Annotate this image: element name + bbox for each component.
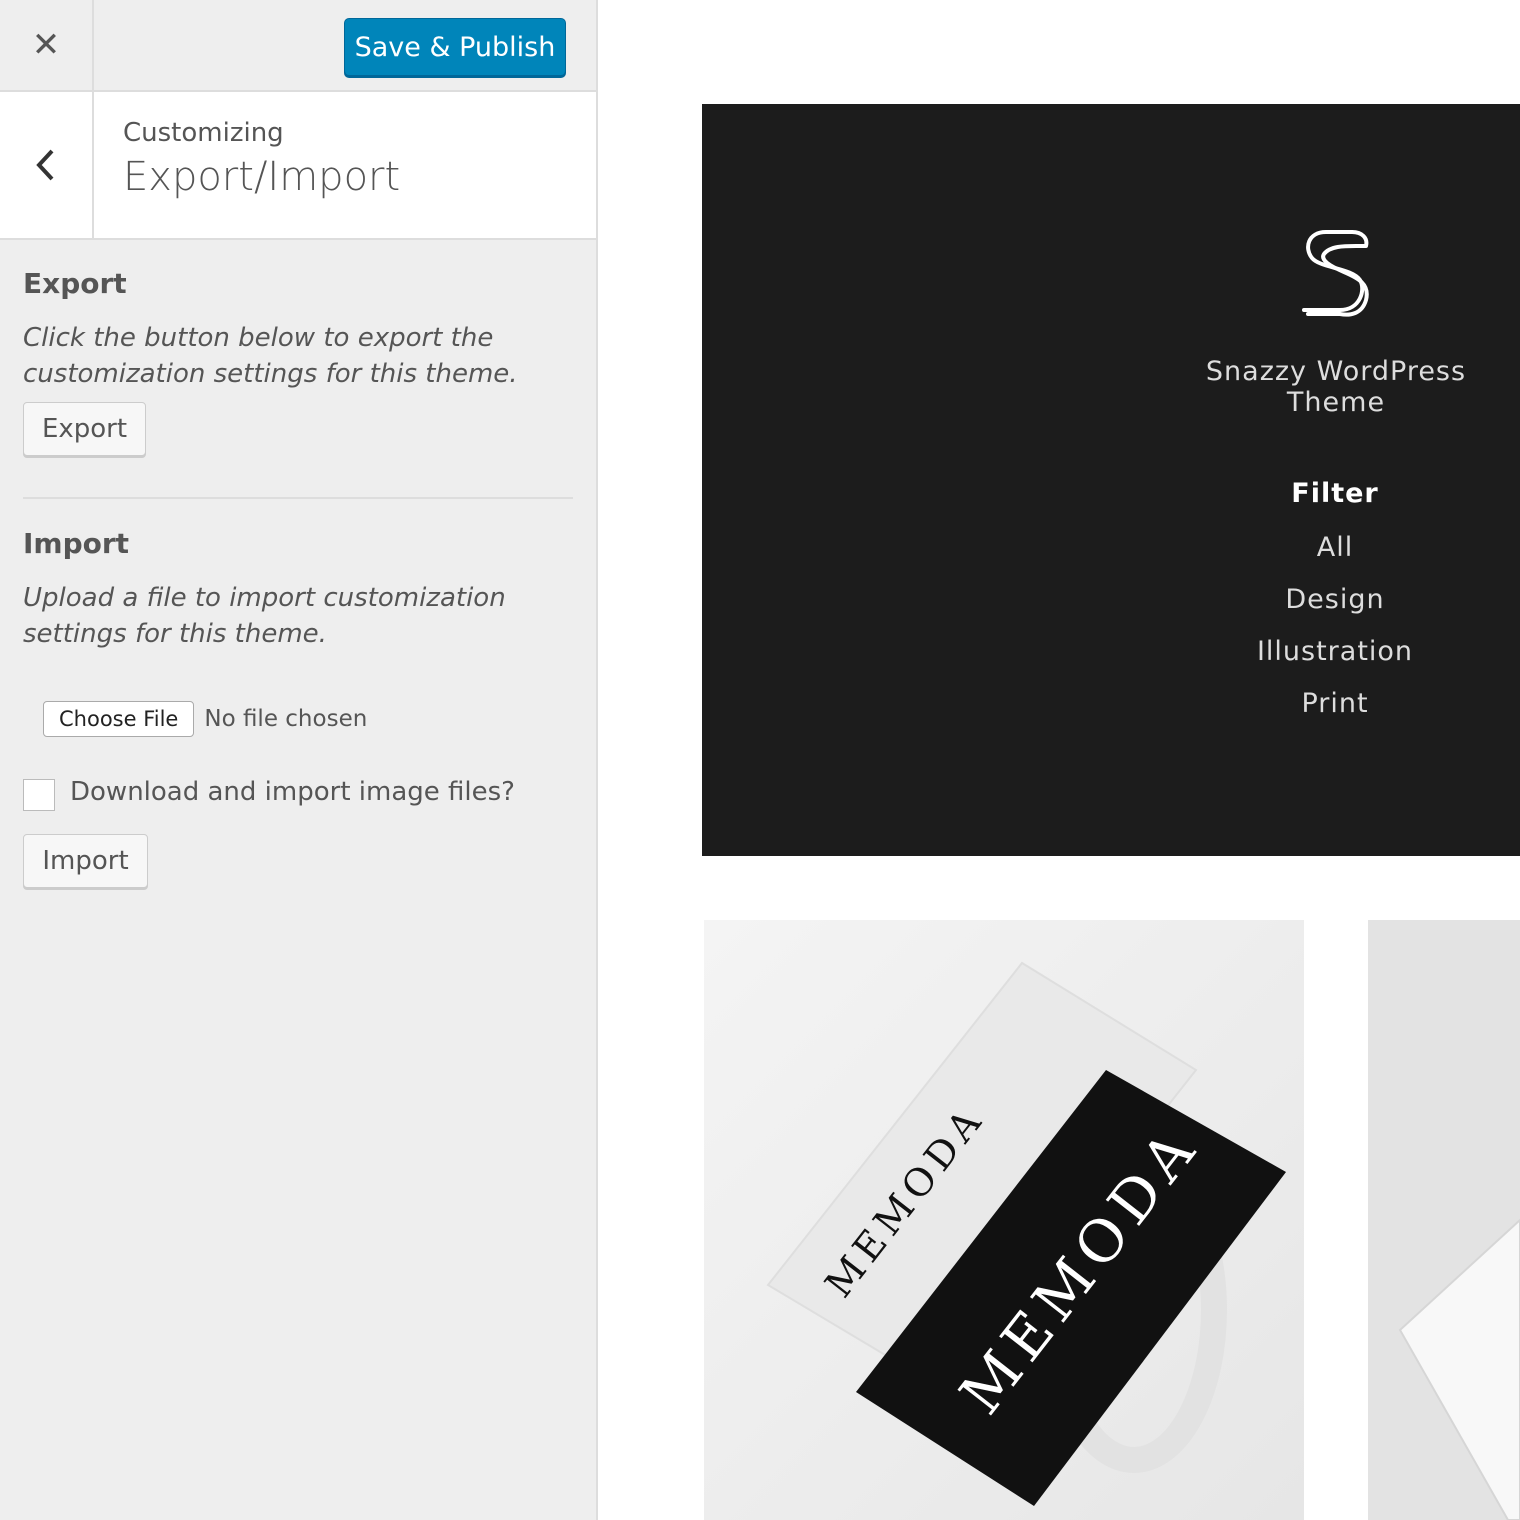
customizer-sidebar: ✕ Save & Publish Customizing Export/Impo…: [0, 0, 598, 1520]
import-button[interactable]: Import: [23, 834, 148, 888]
import-heading: Import: [23, 527, 130, 560]
download-images-label[interactable]: Download and import image files?: [70, 777, 515, 807]
customizing-label: Customizing: [123, 118, 284, 148]
customizer-header-actions: ✕ Save & Publish: [0, 0, 596, 92]
export-heading: Export: [23, 267, 127, 300]
file-status: No file chosen: [204, 706, 368, 732]
export-button[interactable]: Export: [23, 402, 146, 456]
close-button[interactable]: ✕: [0, 0, 94, 90]
close-icon: ✕: [31, 25, 61, 65]
business-card-image: MEMODA MEMODA: [704, 920, 1304, 1520]
filter-heading: Filter: [1291, 478, 1379, 509]
choose-file-button[interactable]: Choose File: [43, 701, 195, 737]
back-button[interactable]: [0, 92, 94, 238]
page-title: Export/Import: [123, 154, 401, 200]
download-images-checkbox[interactable]: [23, 779, 55, 811]
filter-item-illustration[interactable]: Illustration: [1195, 636, 1475, 667]
filter-item-print[interactable]: Print: [1195, 688, 1475, 719]
filter-item-all[interactable]: All: [1195, 532, 1475, 563]
portfolio-item[interactable]: [1368, 920, 1520, 1520]
snazzy-s-logo: [1302, 230, 1369, 317]
paper-image: [1368, 920, 1520, 1520]
site-title[interactable]: Snazzy WordPress Theme: [1161, 356, 1511, 418]
chevron-left-icon: [36, 149, 54, 181]
import-description: Upload a file to import customization se…: [23, 583, 506, 649]
export-description: Click the button below to export the cus…: [23, 323, 518, 389]
filter-item-design[interactable]: Design: [1195, 584, 1475, 615]
preview-hero: Snazzy WordPress Theme Filter All Design…: [702, 104, 1520, 856]
section-divider: [23, 497, 573, 499]
section-title-bar: Customizing Export/Import: [0, 92, 596, 240]
portfolio-item[interactable]: MEMODA MEMODA: [704, 920, 1304, 1520]
save-publish-button[interactable]: Save & Publish: [344, 18, 566, 76]
file-input: Choose File No file chosen: [43, 701, 367, 737]
